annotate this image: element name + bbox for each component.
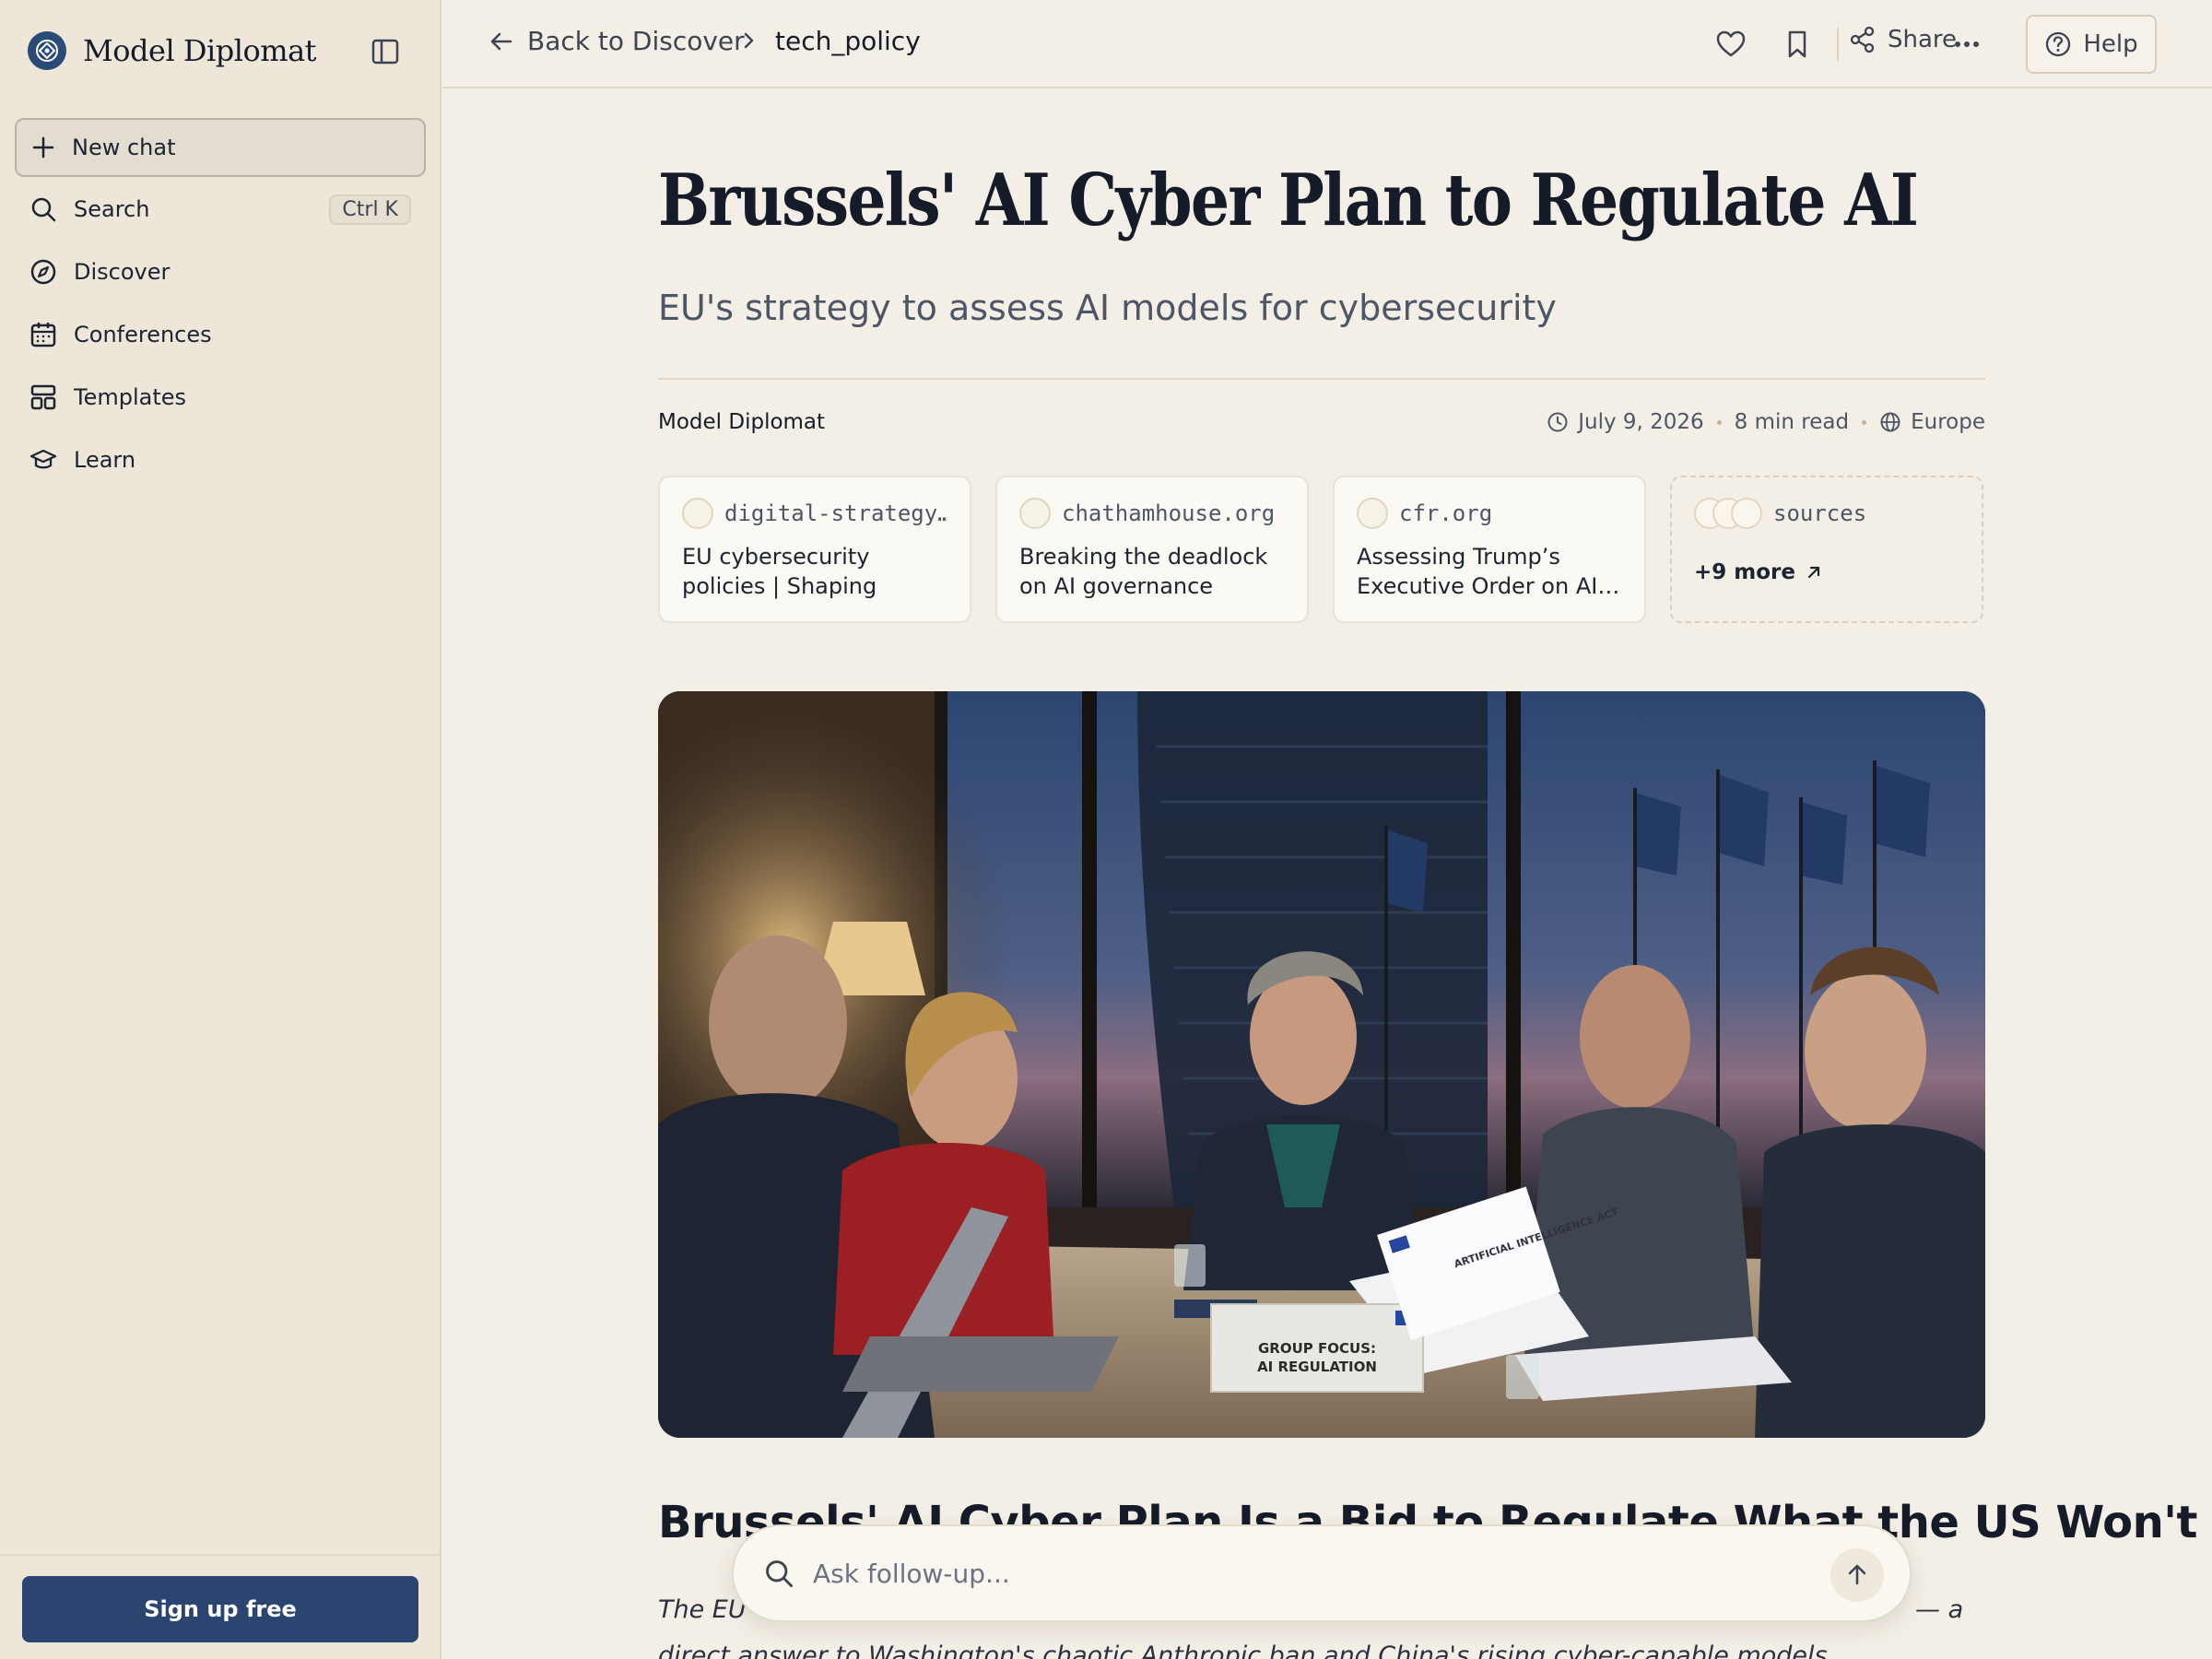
paragraph-start: The EU <box>658 1595 747 1624</box>
bookmark-icon <box>1788 30 1806 58</box>
back-to-discover-link[interactable]: Back to Discover <box>488 26 745 56</box>
sidebar-item-label: Search <box>74 196 150 222</box>
breadcrumb-current: tech_policy <box>775 26 921 56</box>
share-button[interactable]: Share <box>1849 26 1957 53</box>
source-card[interactable]: cfr.org Assessing Trump’s Executive Orde… <box>1333 476 1646 623</box>
search-icon <box>766 1560 794 1588</box>
sidebar-item-learn[interactable]: Learn <box>15 432 426 488</box>
sidebar-item-label: Discover <box>74 259 171 285</box>
source-title: EU cybersecurity policies | Shaping Euro… <box>682 544 877 599</box>
globe-icon <box>1880 412 1900 432</box>
source-card[interactable]: chathamhouse.org Breaking the deadlock o… <box>995 476 1309 623</box>
new-chat-button[interactable]: New chat <box>15 118 426 177</box>
sidebar-item-label: Templates <box>74 384 187 410</box>
favicon-icon <box>1731 498 1762 529</box>
article-author[interactable]: Model Diplomat <box>658 410 825 434</box>
source-title: Breaking the deadlock on AI governance <box>1019 544 1268 599</box>
heart-icon <box>1716 30 1746 57</box>
bookmark-button[interactable] <box>1779 26 1816 63</box>
sidebar-item-templates[interactable]: Templates <box>15 370 426 425</box>
diplomat-logo-icon <box>28 31 66 70</box>
more-options-button[interactable] <box>1948 26 1985 63</box>
sidebar-footer: Sign up free <box>0 1554 441 1659</box>
clock-icon <box>1547 412 1568 432</box>
divider <box>658 378 1985 380</box>
calendar-icon <box>30 323 56 347</box>
article-title: Brussels' AI Cyber Plan to Regulate AI <box>658 159 1919 242</box>
more-sources-count: +9 more <box>1694 560 1795 584</box>
article-region: Europe <box>1879 410 1985 434</box>
article-subtitle: EU's strategy to assess AI models for cy… <box>658 288 1557 328</box>
source-cards: digital-strategy… EU cybersecurity polic… <box>658 476 1983 623</box>
desk-sign-line-1: GROUP FOCUS: <box>1258 1340 1376 1357</box>
keyboard-shortcut: Ctrl K <box>329 194 411 225</box>
sidebar-item-label: Learn <box>74 447 136 473</box>
brand[interactable]: Model Diplomat <box>28 31 317 70</box>
hero-image: GROUP FOCUS: AI REGULATION ARTIFICIAL IN… <box>658 691 1985 1438</box>
region-label: Europe <box>1911 410 1985 434</box>
article-date: July 9, 2026 <box>1547 410 1704 434</box>
source-title: Assessing Trump’s Executive Order on AI… <box>1357 544 1620 599</box>
back-label: Back to Discover <box>527 26 745 56</box>
graduation-cap-icon <box>29 449 57 469</box>
sidebar-item-discover[interactable]: Discover <box>15 244 426 300</box>
arrow-up-right-icon <box>1807 566 1820 579</box>
sidebar: Model Diplomat New chat Search Ctrl K Di… <box>0 0 441 1659</box>
more-sources-card[interactable]: sources +9 more <box>1670 476 1983 623</box>
help-label: Help <box>2083 30 2138 58</box>
source-domain: chathamhouse.org <box>1062 500 1276 526</box>
paragraph-line-2: direct answer to Washington's chaotic An… <box>658 1641 1836 1659</box>
help-button[interactable]: Help <box>2026 15 2157 74</box>
source-domain: digital-strategy… <box>724 500 947 526</box>
like-button[interactable] <box>1712 26 1749 63</box>
arrow-left-icon <box>490 32 512 50</box>
send-button[interactable] <box>1830 1548 1884 1602</box>
favicon-icon <box>1019 498 1051 529</box>
article-meta: July 9, 2026 8 min read Europe <box>1547 410 1985 434</box>
date-label: July 9, 2026 <box>1578 410 1704 434</box>
favicon-stack <box>1694 498 1762 529</box>
source-domain: cfr.org <box>1399 500 1493 526</box>
favicon-icon <box>1357 498 1388 529</box>
brand-name: Model Diplomat <box>83 33 317 68</box>
sidebar-item-label: Conferences <box>74 322 212 347</box>
follow-up-bar <box>732 1524 1912 1622</box>
favicon-icon <box>682 498 713 529</box>
read-time: 8 min read <box>1734 410 1850 434</box>
meta-separator <box>1716 419 1722 425</box>
compass-icon <box>30 259 56 285</box>
new-chat-label: New chat <box>72 135 176 160</box>
paragraph-end: — a <box>1915 1595 1964 1624</box>
source-card[interactable]: digital-strategy… EU cybersecurity polic… <box>658 476 971 623</box>
share-label: Share <box>1888 26 1958 53</box>
toolbar-divider <box>1837 28 1839 61</box>
arrow-up-icon <box>1848 1564 1866 1585</box>
top-bar: Back to Discover tech_policy Share Help <box>442 0 2212 88</box>
sidebar-panel-icon <box>371 39 399 65</box>
chevron-right-icon <box>739 28 759 57</box>
ellipsis-icon <box>1955 41 1979 47</box>
plus-icon <box>32 136 54 159</box>
sidebar-item-search[interactable]: Search Ctrl K <box>15 182 426 237</box>
search-icon <box>31 197 56 222</box>
sign-up-button[interactable]: Sign up free <box>22 1576 418 1642</box>
sidebar-toggle-button[interactable] <box>367 35 404 68</box>
sources-label: sources <box>1773 500 1867 526</box>
sidebar-item-conferences[interactable]: Conferences <box>15 307 426 362</box>
share-icon <box>1850 26 1875 53</box>
help-circle-icon <box>2046 31 2071 57</box>
desk-sign-line-2: AI REGULATION <box>1257 1359 1377 1375</box>
layout-icon <box>30 384 56 410</box>
meta-separator <box>1862 419 1867 425</box>
follow-up-input[interactable] <box>813 1558 1781 1589</box>
